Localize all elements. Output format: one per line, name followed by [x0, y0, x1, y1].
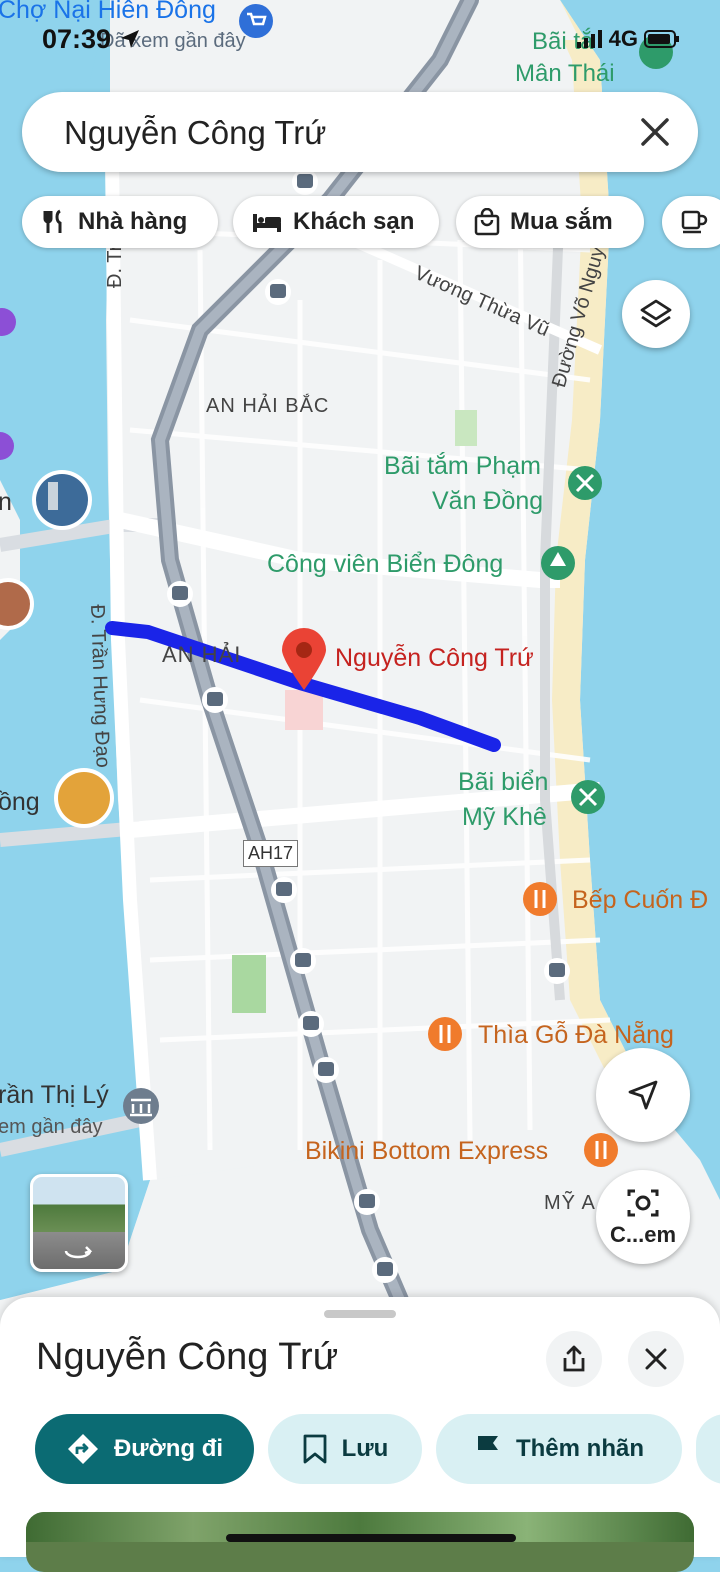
share-icon	[563, 1345, 585, 1372]
layers-button[interactable]	[622, 280, 690, 348]
pin-label[interactable]: Nguyễn Công Trứ	[335, 644, 534, 673]
park-place-icon	[541, 546, 575, 580]
hotel-icon	[253, 214, 281, 232]
place-label-bai-bien-1[interactable]: Bãi biển	[458, 768, 548, 797]
lens-button[interactable]: C...em	[596, 1170, 690, 1264]
directions-icon	[67, 1434, 98, 1464]
place-label-tran-thi-ly-sub: em gần đây	[0, 1116, 103, 1138]
street-d-tr: Đ. Tr	[104, 244, 126, 288]
chip-restaurants[interactable]: Nhà hàng	[22, 196, 218, 248]
chip-restaurants-label: Nhà hàng	[78, 208, 188, 235]
bookmark-icon	[303, 1434, 327, 1464]
chip-shopping[interactable]: Mua sắm	[456, 196, 644, 248]
share-button[interactable]	[546, 1331, 602, 1387]
signal-icon	[576, 30, 602, 48]
battery-icon	[644, 30, 679, 48]
place-label-bai-tam-pham-2[interactable]: Văn Đồng	[432, 487, 543, 516]
navigation-arrow-icon	[628, 1080, 658, 1110]
coffee-icon	[681, 210, 708, 234]
place-label-tran-thi-ly[interactable]: rần Thị Lý	[0, 1081, 109, 1110]
sheet-drag-handle[interactable]	[324, 1310, 396, 1318]
home-indicator	[226, 1534, 516, 1542]
status-right: 4G	[576, 26, 680, 52]
sheet-close-button[interactable]	[628, 1331, 684, 1387]
search-bar[interactable]: Nguyễn Công Trứ	[22, 92, 698, 172]
place-label-bep-cuon[interactable]: Bếp Cuốn Đ	[572, 886, 708, 915]
directions-label: Đường đi	[113, 1435, 224, 1462]
add-label-label: Thêm nhãn	[515, 1435, 644, 1462]
restaurant-icon	[43, 209, 62, 233]
place-label-left-ong[interactable]: ồng	[0, 788, 40, 817]
lens-button-label: C...em	[609, 1222, 677, 1247]
chip-hotels[interactable]: Khách sạn	[233, 196, 439, 248]
place-label-bikini[interactable]: Bikini Bottom Express	[305, 1137, 548, 1166]
directions-button[interactable]: Đường đi	[35, 1414, 254, 1484]
museum-place-icon	[123, 1088, 159, 1124]
network-label: 4G	[608, 26, 638, 51]
street-view-rotate-icon	[64, 1246, 93, 1259]
add-label-button[interactable]: Thêm nhãn	[436, 1414, 682, 1484]
district-an-hai-bac: AN HẢI BẮC	[206, 395, 330, 417]
chip-shopping-label: Mua sắm	[510, 208, 613, 235]
place-label-thia-go[interactable]: Thìa Gỗ Đà Nẵng	[478, 1021, 674, 1050]
place-label-bai-tam-pham-1[interactable]: Bãi tắm Phạm	[384, 452, 541, 481]
district-my-an: MỸ A	[544, 1192, 596, 1214]
shopping-bag-icon	[474, 208, 500, 236]
place-label-cho-nai[interactable]: Chợ Nại Hiên Đông	[0, 0, 216, 25]
place-label-cong-vien[interactable]: Công viên Biển Đông	[267, 550, 503, 579]
save-label: Lưu	[341, 1435, 389, 1462]
camera-lens-icon	[627, 1189, 659, 1217]
place-title: Nguyễn Công Trứ	[36, 1336, 339, 1378]
save-button[interactable]: Lưu	[268, 1414, 422, 1484]
location-arrow-icon	[120, 30, 139, 48]
my-location-button[interactable]	[596, 1048, 690, 1142]
street-view-thumbnail[interactable]	[30, 1174, 128, 1272]
place-label-left-n[interactable]: n	[0, 488, 12, 517]
status-time: 07:39	[42, 24, 141, 55]
place-label-man-thai-2[interactable]: Mân Thái	[515, 60, 615, 88]
place-photo[interactable]	[26, 1512, 694, 1572]
layers-icon	[640, 299, 672, 328]
search-query[interactable]: Nguyễn Công Trứ	[64, 114, 326, 152]
place-label-bai-bien-2[interactable]: Mỹ Khê	[462, 803, 547, 832]
chip-hotels-label: Khách sạn	[293, 208, 415, 235]
road-shield-ah17: AH17	[243, 840, 299, 867]
chip-coffee[interactable]	[662, 196, 720, 248]
close-icon[interactable]	[640, 117, 670, 147]
district-an-hai: AN HẢI	[162, 642, 242, 667]
close-icon	[645, 1348, 667, 1370]
park-block	[232, 955, 266, 1013]
flag-icon	[477, 1436, 498, 1463]
